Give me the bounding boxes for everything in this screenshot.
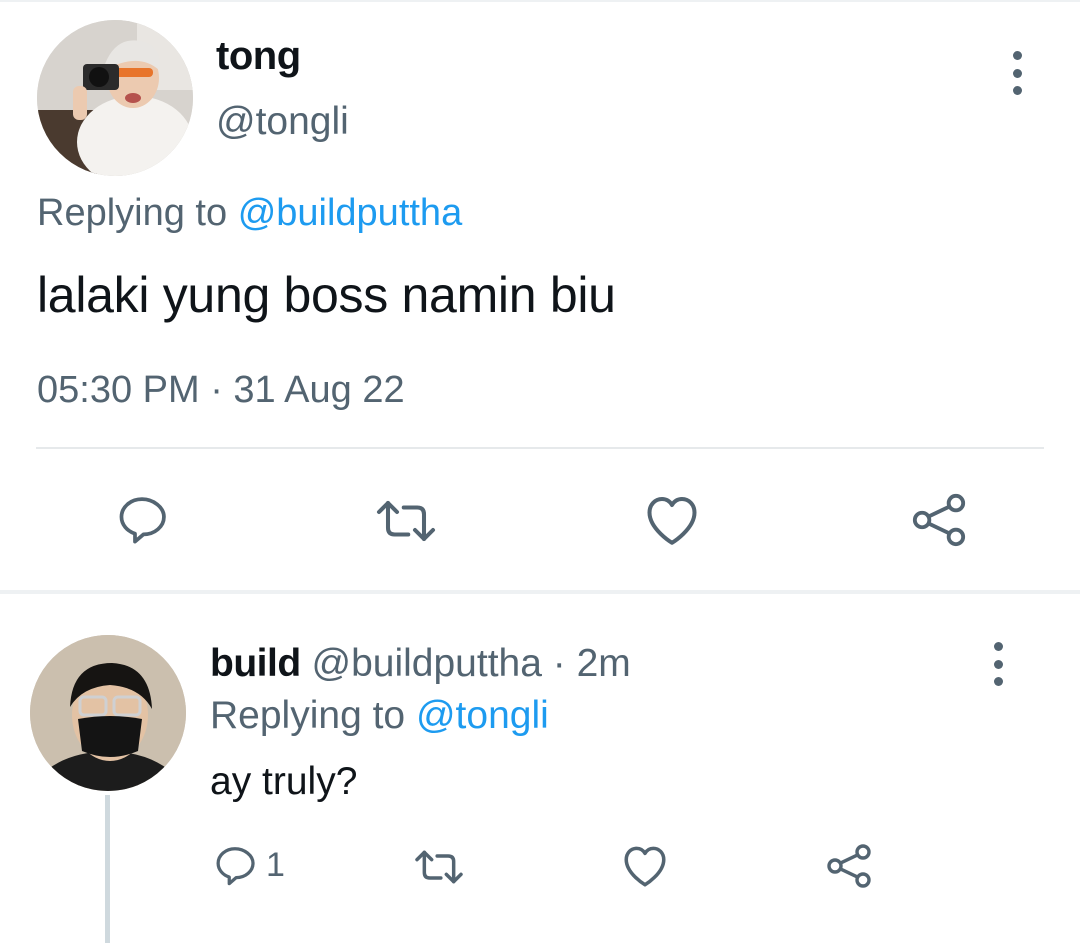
time-separator: ·	[552, 642, 566, 685]
heart-icon	[647, 497, 697, 545]
retweet-button[interactable]	[371, 494, 441, 548]
reply-icon	[216, 847, 255, 886]
author-handle[interactable]: @tongli	[216, 100, 349, 144]
author-avatar[interactable]	[37, 20, 193, 176]
reply-header: build @buildputtha · 2m	[210, 642, 631, 686]
reply-count: 1	[266, 845, 285, 884]
tweet-separator	[0, 590, 1080, 594]
reply-text: ay truly?	[210, 760, 358, 803]
retweet-icon	[376, 500, 436, 542]
share-button[interactable]	[825, 842, 873, 890]
replying-to-handle[interactable]: @buildputtha	[238, 192, 463, 234]
reply-author-handle[interactable]: @buildputtha	[311, 642, 541, 685]
tweet-text: lalaki yung boss namin biu	[37, 267, 616, 323]
retweet-icon	[415, 850, 463, 884]
tweet-timestamp[interactable]: 05:30 PM · 31 Aug 22	[37, 369, 405, 412]
heart-icon	[624, 846, 666, 887]
top-divider	[0, 0, 1080, 2]
more-icon[interactable]	[991, 642, 1005, 686]
more-icon[interactable]	[1010, 51, 1024, 95]
author-name[interactable]: tong	[216, 34, 301, 79]
replying-to-label: Replying to	[210, 694, 406, 737]
like-button[interactable]	[620, 842, 670, 888]
reply-replying-to: Replying to @tongli	[210, 694, 549, 738]
thread-line	[105, 795, 110, 943]
replying-to: Replying to @buildputtha	[37, 192, 462, 235]
reply-button[interactable]: 1	[212, 842, 285, 888]
replying-to-label: Replying to	[37, 192, 228, 234]
reply-icon	[119, 497, 166, 544]
reply-time-ago[interactable]: 2m	[577, 642, 631, 685]
reply-author-avatar[interactable]	[30, 635, 186, 791]
retweet-button[interactable]	[410, 845, 468, 889]
reply-author-name[interactable]: build	[210, 642, 301, 685]
like-button[interactable]	[642, 491, 702, 547]
divider	[36, 447, 1044, 449]
share-icon	[912, 493, 966, 547]
share-icon	[827, 844, 871, 888]
reply-button[interactable]	[114, 491, 170, 547]
replying-to-handle[interactable]: @tongli	[416, 694, 549, 737]
share-button[interactable]	[910, 491, 968, 549]
